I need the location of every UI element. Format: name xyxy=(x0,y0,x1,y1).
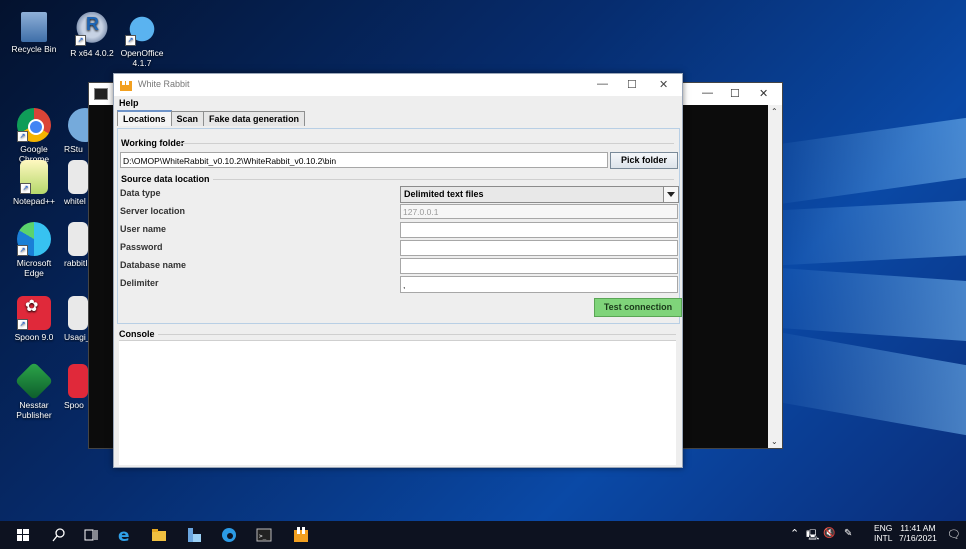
window-titlebar[interactable]: White Rabbit — ☐ ✕ xyxy=(114,74,682,96)
delimiter-input[interactable]: , xyxy=(400,276,678,293)
desktop-icon-notepadpp[interactable]: ↗ Notepad++ xyxy=(6,160,62,206)
console-title: Console xyxy=(119,329,155,339)
data-type-label: Data type xyxy=(120,188,161,198)
whiterabbit-folder-icon xyxy=(68,160,88,194)
desktop-icon-r[interactable]: R ↗ R x64 4.0.2 xyxy=(64,12,120,58)
chrome-icon: ↗ xyxy=(17,108,51,142)
notepadpp-icon: ↗ xyxy=(20,160,48,194)
command-prompt-icon[interactable]: >_ xyxy=(255,526,273,544)
close-icon[interactable]: ✕ xyxy=(759,87,768,100)
desktop-icon-openoffice[interactable]: ↗ OpenOffice 4.1.7 xyxy=(114,12,170,68)
whiterabbit-taskbar-icon[interactable] xyxy=(292,526,310,544)
r-icon: R ↗ xyxy=(75,12,109,46)
desktop-icon-spoon-shortcut[interactable]: Spoo xyxy=(64,364,88,410)
desktop-icon-chrome[interactable]: ↗ Google Chrome xyxy=(6,108,62,164)
server-location-label: Server location xyxy=(120,206,186,216)
tab-scan[interactable]: Scan xyxy=(170,111,205,126)
database-name-label: Database name xyxy=(120,260,187,270)
search-icon[interactable] xyxy=(50,526,68,544)
working-folder-title: Working folder xyxy=(121,138,185,148)
file-explorer-icon[interactable] xyxy=(150,526,168,544)
user-name-label: User name xyxy=(120,224,167,234)
menu-bar: Help xyxy=(114,96,682,110)
taskbar: e >_ ⌃ 🖳 🔇 ✎ ENG INTL 11:41 AM 7/16/2021… xyxy=(0,521,966,549)
data-type-dropdown[interactable]: Delimited text files xyxy=(400,186,679,203)
desktop-icon-nesstar[interactable]: Nesstar Publisher xyxy=(6,361,62,420)
console-scrollbar[interactable]: ⌃ ⌄ xyxy=(768,105,782,448)
server-location-input[interactable]: 127.0.0.1 xyxy=(400,204,678,219)
usagi-icon xyxy=(68,296,88,330)
openoffice-icon: ↗ xyxy=(125,12,159,46)
menu-help[interactable]: Help xyxy=(119,98,139,108)
clock[interactable]: 11:41 AM 7/16/2021 xyxy=(899,523,937,543)
desktop-icon-rabbitinahat-folder[interactable]: rabbitI xyxy=(64,222,88,268)
pen-icon[interactable]: ✎ xyxy=(844,528,852,539)
svg-text:e: e xyxy=(118,526,130,544)
console-output[interactable] xyxy=(119,340,676,465)
server-manager-icon[interactable] xyxy=(185,526,203,544)
cmd-icon xyxy=(94,88,108,100)
minimize-icon[interactable]: — xyxy=(597,78,608,90)
delimiter-label: Delimiter xyxy=(120,278,159,288)
edge-icon: ↗ xyxy=(17,222,51,256)
working-folder-input[interactable]: D:\OMOP\WhiteRabbit_v0.10.2\WhiteRabbit_… xyxy=(120,152,608,168)
whiterabbit-icon xyxy=(120,79,132,91)
task-view-icon[interactable] xyxy=(82,526,100,544)
minimize-icon[interactable]: — xyxy=(702,87,713,99)
notifications-icon[interactable]: 🗨 xyxy=(947,528,961,541)
tab-locations[interactable]: Locations xyxy=(117,110,172,126)
scroll-up-icon[interactable]: ⌃ xyxy=(771,107,778,116)
windows-start-icon[interactable] xyxy=(14,526,32,544)
source-data-location-title: Source data location xyxy=(121,174,210,184)
tab-fake-data-generation[interactable]: Fake data generation xyxy=(203,111,306,126)
rabbitinahat-folder-icon xyxy=(68,222,88,256)
user-name-input[interactable] xyxy=(400,222,678,238)
nesstar-icon xyxy=(14,361,54,401)
desktop-icon-usagi[interactable]: Usagi_ xyxy=(64,296,88,342)
svg-text:>_: >_ xyxy=(259,533,267,540)
pick-folder-button[interactable]: Pick folder xyxy=(610,152,678,169)
scroll-down-icon[interactable]: ⌄ xyxy=(771,437,778,446)
locations-panel: Working folder D:\OMOP\WhiteRabbit_v0.10… xyxy=(117,128,682,324)
desktop-icon-edge[interactable]: ↗ Microsoft Edge xyxy=(6,222,62,278)
desktop-icon-whiterabbit-folder[interactable]: whitel xyxy=(64,160,88,206)
chevron-down-icon[interactable] xyxy=(663,187,678,202)
spoon-shortcut-icon xyxy=(68,364,88,398)
chevron-up-icon[interactable]: ⌃ xyxy=(790,527,799,540)
password-label: Password xyxy=(120,242,163,252)
tab-bar: Locations Scan Fake data generation xyxy=(114,110,682,126)
desktop-icon-rstudio[interactable]: RStu xyxy=(64,108,88,154)
maximize-icon[interactable]: ☐ xyxy=(730,87,740,100)
database-name-input[interactable] xyxy=(400,258,678,274)
window-title: White Rabbit xyxy=(138,79,190,89)
recycle-bin-icon xyxy=(21,12,47,42)
test-connection-button[interactable]: Test connection xyxy=(594,298,682,317)
edge-taskbar-icon[interactable] xyxy=(220,526,238,544)
internet-explorer-icon[interactable]: e xyxy=(116,526,134,544)
close-icon[interactable]: ✕ xyxy=(659,78,668,91)
desktop-icon-recycle-bin[interactable]: Recycle Bin xyxy=(6,12,62,54)
whiterabbit-window[interactable]: White Rabbit — ☐ ✕ Help Locations Scan Fak… xyxy=(113,73,683,468)
volume-muted-icon[interactable]: 🔇 xyxy=(823,528,835,539)
password-input[interactable] xyxy=(400,240,678,256)
desktop-icon-spoon[interactable]: ✿ ↗ Spoon 9.0 xyxy=(6,296,62,342)
network-icon[interactable]: 🖳 xyxy=(806,528,819,545)
rstudio-icon xyxy=(68,108,88,142)
spoon-icon: ✿ ↗ xyxy=(17,296,51,330)
maximize-icon[interactable]: ☐ xyxy=(627,78,637,91)
input-language[interactable]: ENG INTL xyxy=(874,523,892,543)
